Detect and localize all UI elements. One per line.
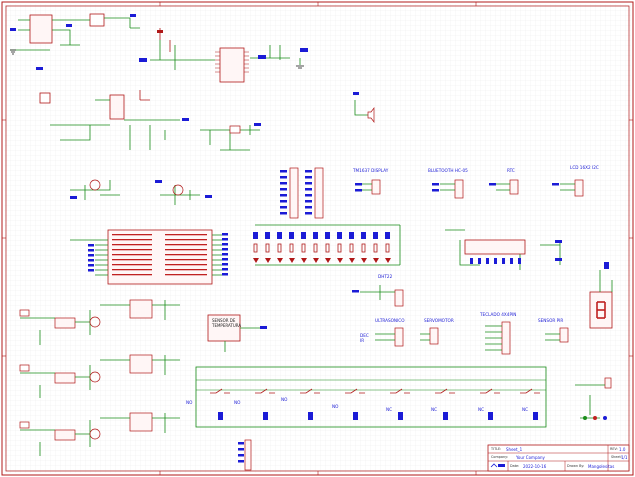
date-label: Date: xyxy=(510,464,519,468)
temp-sensor-title-line2: TEMPERATURA xyxy=(211,323,241,328)
ultrasonic-title: ULTRASONICO xyxy=(375,318,405,323)
servo-title: SERVOMOTOR xyxy=(424,318,454,323)
switch-label-7: NC xyxy=(478,407,484,412)
keypad-title: TECLADO 4X4PIN xyxy=(479,312,516,317)
rev-value: 1.0 xyxy=(619,447,626,452)
pir-title: SENSOR PIR xyxy=(538,318,563,323)
switch-label-6: NC xyxy=(431,407,437,412)
date-value: 2022-10-16 xyxy=(523,464,547,469)
rev-label: REV: xyxy=(610,447,618,451)
ir-label: IR xyxy=(360,338,364,343)
switch-label-4: NO xyxy=(332,404,339,409)
easyeda-logo xyxy=(490,462,506,469)
switch-label-1: NO xyxy=(186,400,193,405)
schematic-sheet: TM1637 DISPLAY BLUETOOTH HC-05 RTC LCD 1… xyxy=(0,0,635,477)
drawn-value: Mangolesitas xyxy=(588,464,614,469)
rtc-title: RTC xyxy=(507,168,515,173)
bluetooth-title: BLUETOOTH HC-05 xyxy=(428,168,468,173)
sheet-value: 1/1 xyxy=(621,455,628,460)
title-value: Sheet_1 xyxy=(506,447,523,452)
title-block: TITLE: Sheet_1 REV: 1.0 Company: Your Co… xyxy=(487,444,630,472)
switch-label-8: NC xyxy=(522,407,528,412)
drawn-label: Drawn By: xyxy=(567,464,584,468)
title-label: TITLE: xyxy=(490,447,501,451)
tm1637-title: TM1637 DISPLAY xyxy=(352,168,389,173)
switch-label-5: NC xyxy=(386,407,392,412)
lcd-title: LCD 16X2 I2C xyxy=(570,165,599,170)
switch-label-3: NO xyxy=(281,397,288,402)
dht22-title: DHT22 xyxy=(378,274,393,279)
switch-label-2: NO xyxy=(234,400,241,405)
company-label: Company: xyxy=(491,455,508,459)
company-value: Your Company xyxy=(515,455,545,460)
